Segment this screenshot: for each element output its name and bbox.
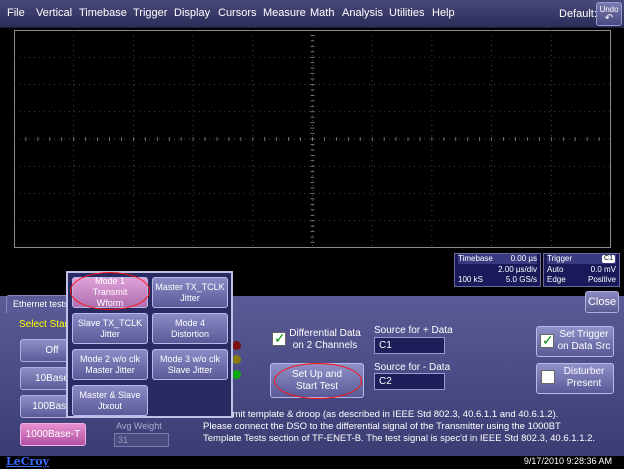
timebase-descriptor[interactable]: Timebase 0.00 µs 2.00 µs/div 100 kS 5.0 GS… [454,253,541,287]
undo-button[interactable]: Undo ↶ [596,2,622,26]
test-description: - Transmit template & droop (as describe… [203,409,621,445]
source-minus-field[interactable]: C2 [374,373,445,390]
close-button[interactable]: Close [585,291,619,313]
menu-bar: File Vertical Timebase Trigger Display C… [0,0,624,28]
trigger-mode: Auto [547,265,564,274]
master-jitter-label: Master TX_TCLK Jitter [155,281,225,303]
source-plus-field[interactable]: C1 [374,337,445,354]
avg-weight-label: Avg Weight [116,421,162,431]
menu-display[interactable]: Display [174,7,210,19]
menu-utilities[interactable]: Utilities [389,7,424,19]
differential-data-checkbox[interactable]: ✓ [272,330,286,346]
slave-jitter-label: Slave TX_TCLK Jitter [77,317,143,339]
menu-measure[interactable]: Measure [263,7,306,19]
checkmark-icon: ✓ [542,332,554,348]
trigger-channel-badge: C1 [602,255,615,263]
trigger-title: Trigger [547,254,573,263]
date-time: 9/17/2010 9:28:36 AM [523,456,612,466]
master-slave-jtxout-button[interactable]: Master & Slave Jtxout [72,385,148,416]
description-line-1: - Transmit template & droop (as describe… [203,409,559,420]
tab-ethernet-tests[interactable]: Ethernet tests [6,295,71,313]
description-line-2: Please connect the DSO to the differenti… [203,421,561,432]
red-light-icon [232,341,241,350]
setup-start-test-label: Set Up and Start Test [291,368,343,392]
yellow-light-icon [232,355,241,364]
trigger-level: 0.0 mV [590,265,616,274]
menu-cursors[interactable]: Cursors [218,7,257,19]
timebase-title: Timebase [458,254,493,263]
status-traffic-light [232,337,242,385]
master-tx-tclk-jitter-button[interactable]: Master TX_TCLK Jitter [152,277,228,308]
green-light-icon [232,370,241,379]
menu-help[interactable]: Help [432,7,455,19]
standard-1000base-t-button[interactable]: 1000Base-T [20,423,86,446]
undo-icon: ↶ [604,13,614,24]
mode3-slave-jitter-button[interactable]: Mode 3 w/o clk Slave Jitter [152,349,228,380]
slave-tx-tclk-jitter-button[interactable]: Slave TX_TCLK Jitter [72,313,148,344]
disturber-label: Disturber Present [563,366,605,389]
menu-trigger[interactable]: Trigger [133,7,167,19]
mode4-distortion-button[interactable]: Mode 4 Distortion [152,313,228,344]
trigger-descriptor[interactable]: Trigger C1 Auto 0.0 mV Edge Positive [543,253,620,287]
source-plus-label: Source for + Data [374,325,453,336]
menu-math[interactable]: Math [310,7,334,19]
menu-vertical[interactable]: Vertical [36,7,72,19]
status-bar: LeCroy 9/17/2010 9:28:36 AM [0,455,624,469]
timebase-per-div: 2.00 µs/div [498,265,537,274]
menu-analysis[interactable]: Analysis [342,7,383,19]
source-minus-label: Source for - Data [374,362,451,373]
mode1-transmit-wform-button[interactable]: Mode 1 Transmit Wform [72,276,148,308]
avg-weight-field[interactable]: 31 [114,433,169,447]
differential-data-label: Differential Data on 2 Channels [289,328,361,351]
lecroy-logo[interactable]: LeCroy [6,455,49,468]
menu-timebase[interactable]: Timebase [79,7,127,19]
trigger-slope: Positive [587,275,616,284]
set-trigger-label: Set Trigger on Data Src [557,329,611,352]
select-standard-label: Select Stan [19,319,71,330]
setup-start-test-button[interactable]: Set Up and Start Test [270,363,364,398]
mode2-label: Mode 2 w/o clk Master Jitter [79,353,141,375]
mode4-label: Mode 4 Distortion [170,317,209,339]
mode2-master-jitter-button[interactable]: Mode 2 w/o clk Master Jitter [72,349,148,380]
default-setup-label[interactable]: Default: [559,8,597,20]
trigger-type: Edge [547,275,566,284]
waveform-grid [14,30,611,248]
timebase-samples: 100 kS [458,275,483,284]
mode1-label: Mode 1 Transmit Wform [92,276,128,308]
jtxout-label: Master & Slave Jtxout [79,389,141,411]
checkmark-icon: ✓ [274,330,286,346]
mode3-label: Mode 3 w/o clk Slave Jitter [159,353,221,375]
menu-file[interactable]: File [7,7,25,19]
timebase-delay: 0.00 µs [510,254,537,263]
timebase-rate: 5.0 GS/s [505,275,537,284]
disturber-checkbox[interactable] [541,370,555,384]
test-mode-popup: Mode 1 Transmit Wform Master TX_TCLK Jit… [66,271,233,418]
set-trigger-checkbox[interactable]: ✓ [540,332,554,348]
description-line-3: Template Tests section of TF-ENET-B. The… [203,433,596,444]
